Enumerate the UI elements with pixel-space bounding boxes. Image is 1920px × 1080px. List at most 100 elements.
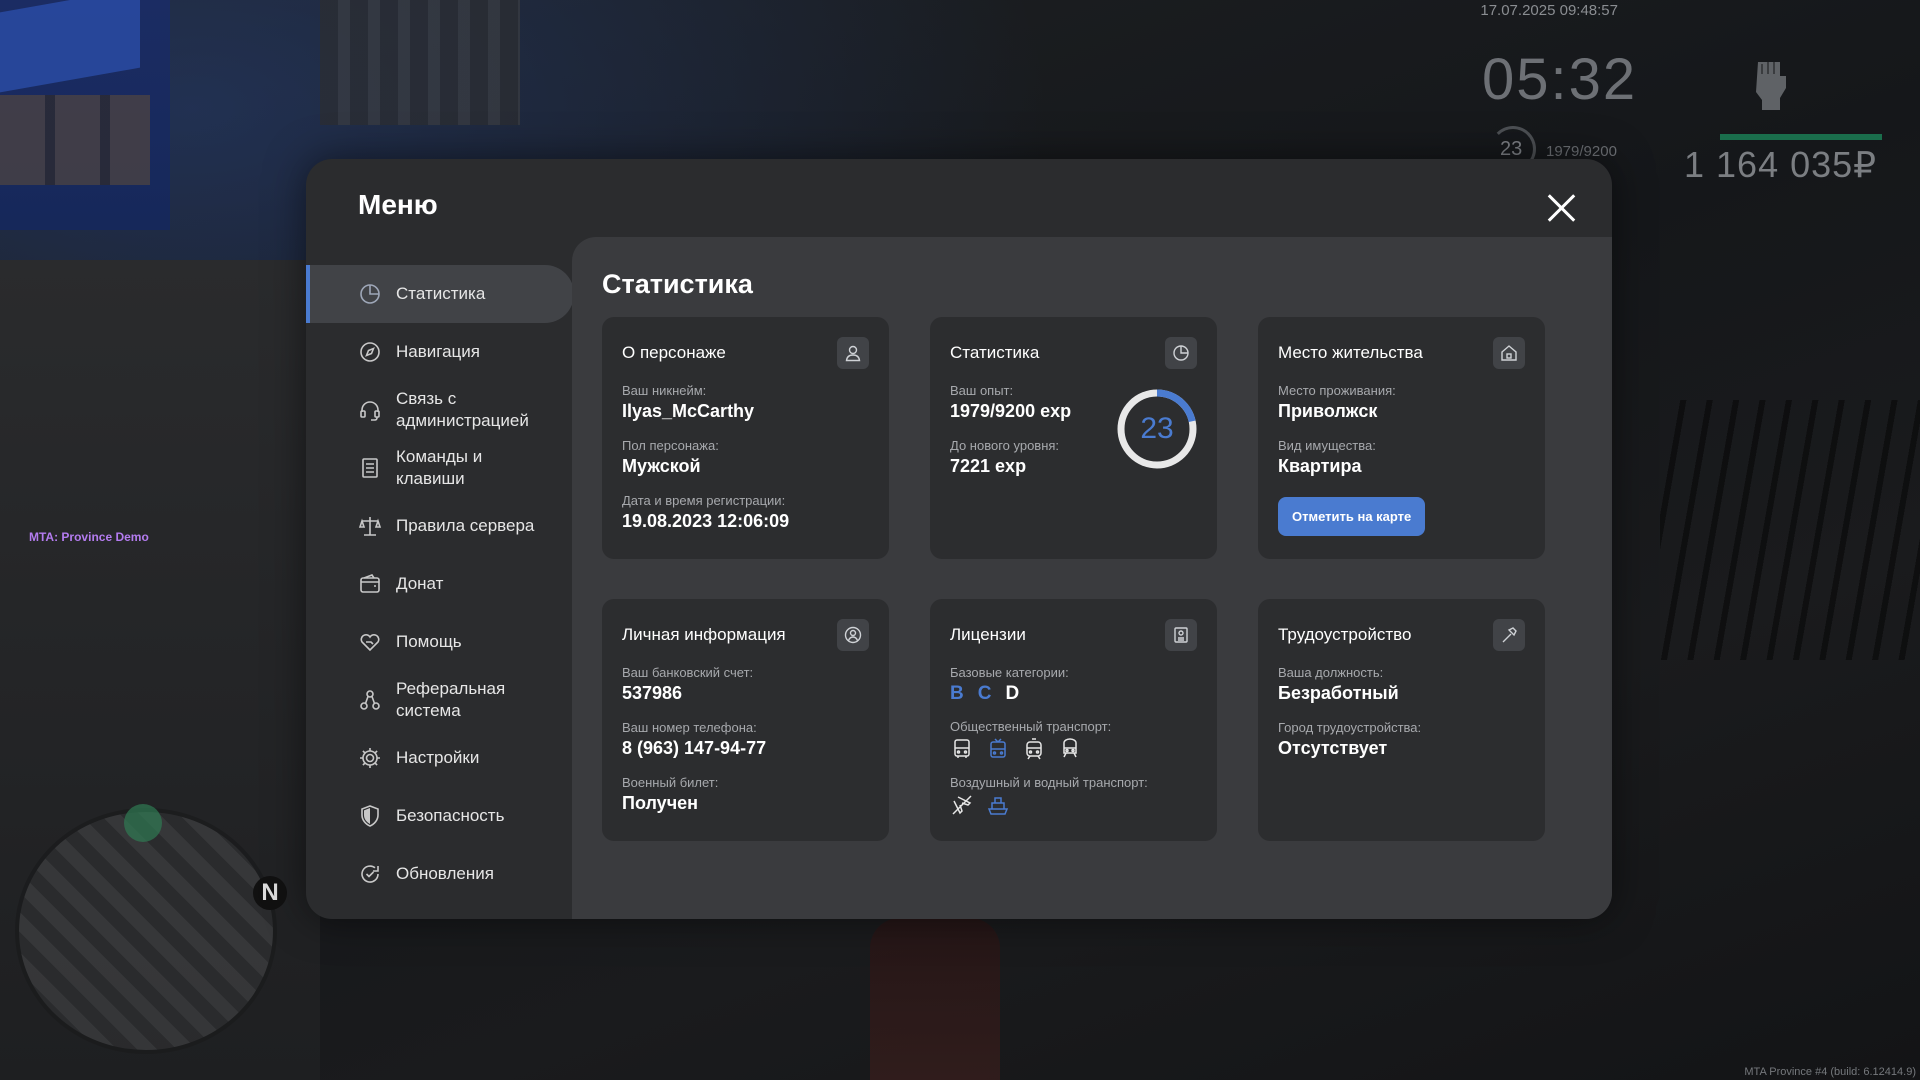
heart-hand-icon xyxy=(360,633,380,652)
compass-icon xyxy=(360,342,380,362)
hud-money: 1 164 035₽ xyxy=(1684,144,1878,185)
sidebar-item-label: Обновления xyxy=(396,864,494,883)
sidebar-item-label: Статистика xyxy=(396,284,486,303)
boat-icon xyxy=(987,797,1009,815)
trolleybus-icon xyxy=(990,738,1006,758)
sidebar-item-label: Навигация xyxy=(396,342,480,361)
sidebar-item-updates[interactable]: Обновления xyxy=(306,845,574,903)
registration-label: Дата и время регистрации: xyxy=(622,493,786,508)
sidebar-item-admin-contact[interactable]: Связь с администрацией xyxy=(306,381,574,439)
card-character: О персонаже Ваш никнейм: Ilyas_McCarthy … xyxy=(602,317,889,559)
sidebar-item-navigation[interactable]: Навигация xyxy=(306,323,574,381)
home-icon xyxy=(1493,337,1525,369)
sidebar-item-security[interactable]: Безопасность xyxy=(306,787,574,845)
registration-value: 19.08.2023 12:06:09 xyxy=(622,511,790,531)
phone-value: 8 (963) 147-94-77 xyxy=(622,738,767,758)
card-title: Место жительства xyxy=(1278,343,1423,362)
bank-label: Ваш банковский счет: xyxy=(622,665,754,680)
phone-label: Ваш номер телефона: xyxy=(622,720,757,735)
place-value: Приволжск xyxy=(1278,401,1378,421)
bus-icon xyxy=(954,739,970,758)
military-label: Военный билет: xyxy=(622,775,719,790)
pie-chart-icon xyxy=(360,284,380,304)
card-title: О персонаже xyxy=(622,343,726,362)
headset-icon xyxy=(360,401,380,421)
close-button[interactable] xyxy=(1546,193,1576,223)
minimap xyxy=(15,808,277,1054)
game-shop-posters xyxy=(0,95,150,185)
game-building xyxy=(320,0,520,125)
mark-on-map-button[interactable]: Отметить на карте xyxy=(1278,497,1426,536)
property-value: Квартира xyxy=(1278,456,1362,476)
sidebar-item-label: Правила сервера xyxy=(396,516,535,535)
license-category-d: D xyxy=(1005,683,1020,704)
menu-title: Меню xyxy=(358,189,438,220)
air-water-transport-label: Воздушный и водный транспорт: xyxy=(950,775,1148,790)
clock-chart-icon xyxy=(1165,337,1197,369)
base-categories-label: Базовые категории: xyxy=(950,665,1069,680)
level-value: 23 xyxy=(1140,412,1174,445)
sidebar-item-label: Команды и клавиши xyxy=(396,447,483,488)
refresh-check-icon xyxy=(361,865,379,883)
public-transport-icons xyxy=(950,737,1197,761)
sidebar-item-commands[interactable]: Команды и клавиши xyxy=(306,439,574,497)
card-residence: Место жительства Место проживания: Приво… xyxy=(1258,317,1545,559)
gear-icon xyxy=(360,748,380,768)
game-character xyxy=(870,918,1000,1080)
license-category-c: C xyxy=(977,683,992,704)
position-value: Безработный xyxy=(1278,683,1399,703)
nickname-label: Ваш никнейм: xyxy=(622,383,707,398)
card-title: Трудоустройство xyxy=(1278,625,1412,644)
train-icon xyxy=(1063,738,1077,758)
sidebar-item-server-rules[interactable]: Правила сервера xyxy=(306,497,574,555)
sidebar-item-settings[interactable]: Настройки xyxy=(306,729,574,787)
license-category-b: B xyxy=(950,683,964,704)
sidebar-item-label: Донат xyxy=(396,574,444,593)
card-personal-info: Личная информация Ваш банковский счет: 5… xyxy=(602,599,889,841)
sidebar-item-referral[interactable]: Реферальная система xyxy=(306,671,574,729)
sidebar-item-label: Помощь xyxy=(396,632,462,651)
sidebar-item-label: Настройки xyxy=(396,748,480,767)
military-value: Получен xyxy=(622,793,699,813)
sidebar-item-statistics[interactable]: Статистика xyxy=(306,265,574,323)
card-licenses: Лицензии Базовые категории: B C D Общест… xyxy=(930,599,1217,841)
hud-datetime: 17.07.2025 09:48:57 xyxy=(1480,2,1618,19)
sidebar-item-label: Связь с администрацией xyxy=(396,389,529,430)
air-water-transport-icons xyxy=(950,793,1197,817)
card-statistics: Статистика Ваш опыт: 1979/9200 exp До но… xyxy=(930,317,1217,559)
minimap-north-indicator: N xyxy=(253,876,287,910)
nickname-value: Ilyas_McCarthy xyxy=(622,401,755,421)
license-icon xyxy=(1165,619,1197,651)
referral-icon xyxy=(360,690,380,710)
card-title: Лицензии xyxy=(950,625,1026,644)
server-tag: MTA: Province Demo xyxy=(29,530,149,544)
position-label: Ваша должность: xyxy=(1278,665,1384,680)
fist-icon xyxy=(1756,62,1786,110)
license-categories: B C D xyxy=(950,683,1197,705)
user-circle-icon xyxy=(837,619,869,651)
sidebar-item-donate[interactable]: Донат xyxy=(306,555,574,613)
card-employment: Трудоустройство Ваша должность: Безработ… xyxy=(1258,599,1545,841)
hud-xp: 1979/9200 xyxy=(1546,143,1617,160)
menu-sidebar: Статистика Навигация Связь с администрац… xyxy=(306,265,574,903)
sidebar-item-label: Безопасность xyxy=(396,806,505,825)
menu-modal: Меню Статистика Навигация Связь с админи… xyxy=(306,159,1612,919)
wallet-icon xyxy=(360,574,380,593)
gender-value: Мужской xyxy=(622,456,701,476)
build-info: MTA Province #4 (build: 6.12414.9) xyxy=(1744,1066,1916,1078)
airplane-icon xyxy=(952,795,972,815)
sidebar-item-help[interactable]: Помощь xyxy=(306,613,574,671)
hud-level: 23 xyxy=(1500,138,1523,160)
game-railing xyxy=(1660,400,1920,660)
gender-label: Пол персонажа: xyxy=(622,438,719,453)
minimap-marker-icon xyxy=(124,804,162,842)
card-title: Личная информация xyxy=(622,625,786,644)
user-icon xyxy=(837,337,869,369)
bank-value: 537986 xyxy=(622,683,683,703)
sidebar-item-label: Реферальная система xyxy=(396,679,506,720)
document-icon xyxy=(362,458,378,478)
hammer-icon xyxy=(1493,619,1525,651)
card-title: Статистика xyxy=(950,343,1040,362)
public-transport-label: Общественный транспорт: xyxy=(950,719,1112,734)
content-title: Статистика xyxy=(602,269,753,299)
